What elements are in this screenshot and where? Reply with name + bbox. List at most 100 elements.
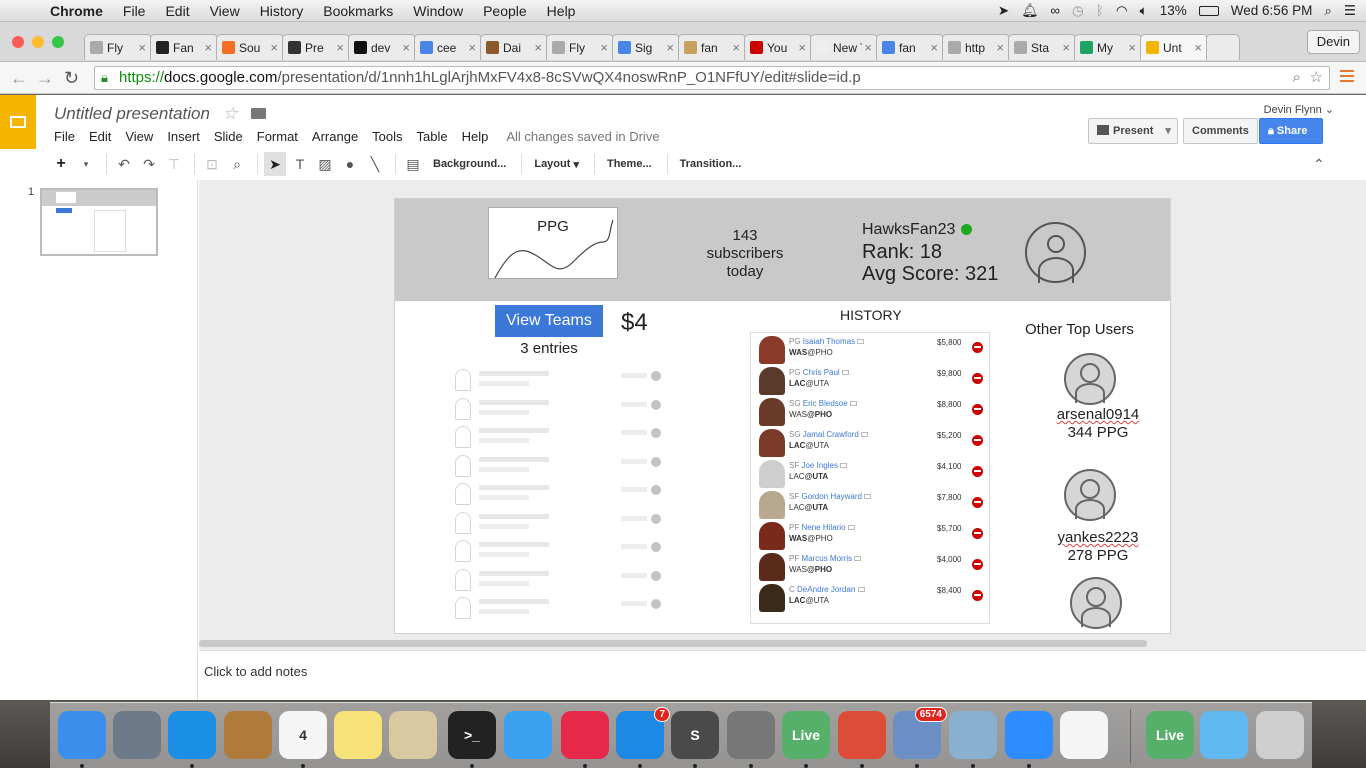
close-tab-icon[interactable]: × — [1128, 40, 1136, 55]
history-row[interactable]: SF Joe Ingles LAC@UTA $4,100 — [751, 457, 991, 488]
messages-icon[interactable] — [504, 711, 552, 759]
history-row[interactable]: C DeAndre Jordan LAC@UTA $8,400 — [751, 581, 991, 612]
history-row[interactable]: PF Marcus Morris WAS@PHO $4,000 — [751, 550, 991, 581]
remove-player-icon[interactable] — [972, 528, 983, 539]
collapse-toolbar-icon[interactable]: ⌃ — [1308, 152, 1330, 176]
clock[interactable]: Wed 6:56 PM — [1231, 3, 1313, 18]
menu-people[interactable]: People — [473, 3, 537, 19]
top-user-2-avatar-icon[interactable] — [1064, 469, 1116, 521]
wifi-icon[interactable]: ◠ — [1116, 3, 1128, 19]
address-bar[interactable]: 🔒︎ https://docs.google.com/presentation/… — [94, 66, 1330, 90]
menu-bookmarks[interactable]: Bookmarks — [313, 3, 403, 19]
close-tab-icon[interactable]: × — [534, 40, 542, 55]
browser-tab[interactable]: Pre × — [282, 34, 350, 60]
history-row[interactable]: PF Nene Hilario WAS@PHO $5,700 — [751, 519, 991, 550]
menu-window[interactable]: Window — [403, 3, 473, 19]
paint-format-icon[interactable]: ⊤ — [163, 152, 185, 176]
close-tab-icon[interactable]: × — [204, 40, 212, 55]
undo-icon[interactable]: ↶ — [113, 152, 135, 176]
horizontal-scrollbar[interactable] — [199, 640, 1147, 647]
terminal-icon[interactable]: >_ — [448, 711, 496, 759]
browser-tab[interactable]: Sta × — [1008, 34, 1076, 60]
minimize-window-button[interactable] — [32, 36, 44, 48]
player-name[interactable]: SG Jamal Crawford — [789, 430, 869, 439]
remove-player-icon[interactable] — [972, 342, 983, 353]
location-icon[interactable]: ➤ — [998, 3, 1009, 19]
speaker-notes[interactable]: Click to add notes — [199, 650, 1366, 700]
safari-icon[interactable] — [168, 711, 216, 759]
close-window-button[interactable] — [12, 36, 24, 48]
bookmark-star-icon[interactable]: ☆ — [1310, 67, 1323, 89]
volume-icon[interactable]: 🔈︎ — [1140, 3, 1148, 19]
menu-history[interactable]: History — [250, 3, 314, 19]
docs-menu-insert[interactable]: Insert — [167, 129, 200, 144]
save-status[interactable]: All changes saved in Drive — [506, 129, 659, 144]
zoom-icon[interactable]: ⌕ — [226, 152, 248, 176]
history-row[interactable]: SF Gordon Hayward LAC@UTA $7,800 — [751, 488, 991, 519]
player-name[interactable]: SF Joe Ingles — [789, 461, 848, 470]
close-tab-icon[interactable]: × — [600, 40, 608, 55]
top-user-2[interactable]: yankes2223 278 PPG — [1043, 529, 1153, 565]
app-store-icon[interactable]: 7 — [616, 707, 670, 759]
docs-menu-edit[interactable]: Edit — [89, 129, 111, 144]
time-machine-icon[interactable]: ◷ — [1072, 3, 1084, 19]
remove-player-icon[interactable] — [972, 404, 983, 415]
docs-menu-help[interactable]: Help — [462, 129, 489, 144]
close-tab-icon[interactable]: × — [996, 40, 1004, 55]
finder-icon[interactable] — [58, 711, 106, 759]
browser-tab[interactable]: dev × — [348, 34, 416, 60]
new-tab-button[interactable] — [1206, 34, 1240, 60]
trash-icon[interactable] — [1256, 711, 1304, 759]
notification-bell-icon[interactable]: 🔔︎ — [1021, 3, 1038, 19]
zoom-window-button[interactable] — [52, 36, 64, 48]
comment-icon[interactable]: ▤ — [402, 152, 424, 176]
close-tab-icon[interactable]: × — [468, 40, 476, 55]
reload-icon[interactable]: ↻ — [64, 68, 79, 89]
player-name[interactable]: PG Chris Paul — [789, 368, 849, 377]
user-avatar-icon[interactable] — [1025, 222, 1086, 283]
close-tab-icon[interactable]: × — [732, 40, 740, 55]
iphoto-icon[interactable] — [949, 711, 997, 759]
ppg-chart[interactable]: PPG — [488, 207, 618, 279]
close-tab-icon[interactable]: × — [864, 40, 872, 55]
browser-tab[interactable]: Fly × — [84, 34, 152, 60]
browser-tab[interactable]: cee × — [414, 34, 482, 60]
browser-tab[interactable]: fan × — [678, 34, 746, 60]
new-slide-icon[interactable]: + — [50, 152, 72, 176]
layout-button[interactable]: Layout ▾ — [528, 152, 585, 176]
docs-menu-arrange[interactable]: Arrange — [312, 129, 358, 144]
line-icon[interactable]: ╲ — [364, 152, 386, 176]
lock-icon[interactable]: 🔒︎ — [101, 67, 108, 89]
redo-icon[interactable]: ↷ — [138, 152, 160, 176]
presentation-title-text[interactable]: Untitled presentation — [54, 104, 210, 123]
new-slide-dropdown-icon[interactable]: ▾ — [75, 152, 97, 176]
profile-button[interactable]: Devin — [1306, 30, 1360, 54]
zoom-icon[interactable]: ⌕ — [1293, 67, 1301, 89]
browser-tab[interactable]: fan × — [876, 34, 944, 60]
player-name[interactable]: PF Nene Hilario — [789, 523, 855, 532]
menu-app-name[interactable]: Chrome — [40, 3, 113, 19]
remove-player-icon[interactable] — [972, 435, 983, 446]
docs-menu-table[interactable]: Table — [417, 129, 448, 144]
folder-icon[interactable] — [1200, 711, 1248, 759]
menu-file[interactable]: File — [113, 3, 156, 19]
close-tab-icon[interactable]: × — [270, 40, 278, 55]
close-tab-icon[interactable]: × — [1194, 40, 1202, 55]
star-icon[interactable]: ☆ — [223, 104, 238, 123]
share-button[interactable]: 🔒︎ Share — [1259, 118, 1323, 144]
player-name[interactable]: SF Gordon Hayward — [789, 492, 872, 501]
slides-logo-icon[interactable] — [0, 95, 36, 149]
close-tab-icon[interactable]: × — [930, 40, 938, 55]
chrome-icon[interactable] — [838, 711, 886, 759]
history-row[interactable]: PG Isaiah Thomas WAS@PHO $5,800 — [751, 333, 991, 364]
close-tab-icon[interactable]: × — [138, 40, 146, 55]
view-teams-button[interactable]: View Teams — [495, 305, 603, 337]
forward-icon[interactable]: → — [36, 68, 54, 89]
background-button[interactable]: Background... — [427, 152, 512, 176]
remove-player-icon[interactable] — [972, 559, 983, 570]
select-pointer-icon[interactable]: ➤ — [264, 152, 286, 176]
orange-app-icon[interactable] — [1060, 711, 1108, 759]
browser-tab[interactable]: You × — [744, 34, 812, 60]
image-icon[interactable]: ▨ — [314, 152, 336, 176]
comments-button[interactable]: Comments — [1183, 118, 1258, 144]
